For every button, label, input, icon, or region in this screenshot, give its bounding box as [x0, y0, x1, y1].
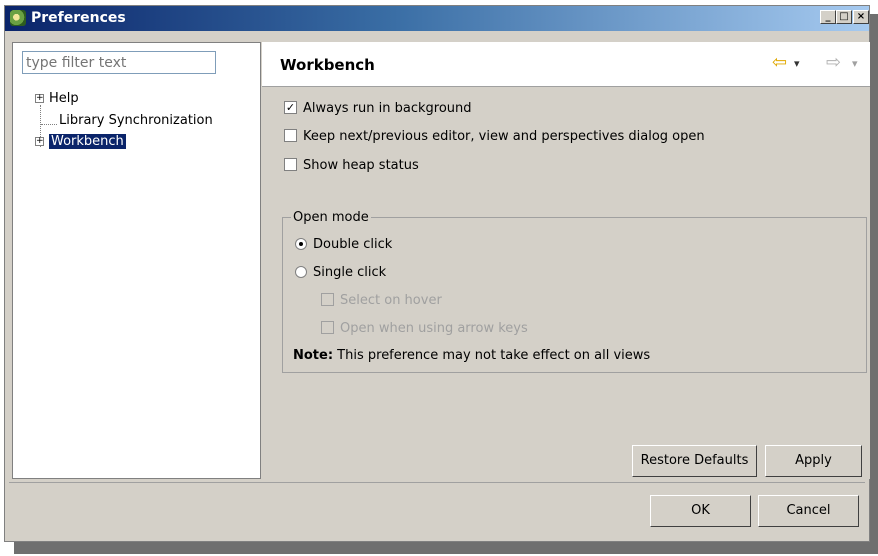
- preferences-dialog: Preferences _ □ × + Help Library Synchro…: [4, 5, 870, 542]
- preference-tree-pane: + Help Library Synchronization + Workben…: [12, 42, 261, 479]
- checkbox[interactable]: [284, 129, 297, 142]
- keep-dialog-open-option[interactable]: Keep next/previous editor, view and pers…: [284, 129, 705, 144]
- eclipse-icon: [10, 10, 26, 26]
- tree-item-workbench[interactable]: + Workbench: [35, 134, 126, 149]
- option-label: Double click: [313, 237, 393, 252]
- always-run-background-option[interactable]: ✓ Always run in background: [284, 101, 472, 116]
- tree-item-library-synchronization[interactable]: Library Synchronization: [59, 113, 213, 128]
- open-mode-group: Open mode Double click Single click Sele…: [282, 210, 867, 373]
- tree-item-label: Help: [49, 91, 79, 106]
- back-arrow-icon[interactable]: ⇦: [772, 52, 787, 73]
- tree-connector-line: [41, 124, 57, 126]
- option-label: Keep next/previous editor, view and pers…: [303, 129, 705, 144]
- checkbox[interactable]: [284, 158, 297, 171]
- show-heap-status-option[interactable]: Show heap status: [284, 158, 419, 173]
- forward-dropdown-icon[interactable]: ▾: [852, 57, 858, 70]
- open-mode-note: Note: This preference may not take effec…: [293, 348, 650, 363]
- option-label: Single click: [313, 265, 387, 280]
- tree-item-label: Library Synchronization: [59, 113, 213, 128]
- filter-input[interactable]: [22, 51, 216, 74]
- option-label: Show heap status: [303, 158, 419, 173]
- tree-item-label: Workbench: [49, 134, 126, 149]
- close-button[interactable]: ×: [853, 10, 869, 24]
- minimize-button[interactable]: _: [820, 10, 836, 24]
- group-label: Open mode: [291, 210, 371, 225]
- single-click-radio[interactable]: Single click: [295, 265, 386, 280]
- select-on-hover-option[interactable]: Select on hover: [321, 293, 442, 308]
- option-label: Open when using arrow keys: [340, 321, 528, 336]
- page-title: Workbench: [280, 56, 375, 74]
- open-arrow-keys-option[interactable]: Open when using arrow keys: [321, 321, 528, 336]
- restore-defaults-button[interactable]: Restore Defaults: [632, 445, 757, 477]
- footer-separator: [9, 482, 865, 483]
- expand-icon[interactable]: +: [35, 137, 44, 146]
- option-label: Always run in background: [303, 101, 472, 116]
- checkbox-checked[interactable]: ✓: [284, 101, 297, 114]
- expand-icon[interactable]: +: [35, 94, 44, 103]
- option-label: Select on hover: [340, 293, 442, 308]
- forward-arrow-icon[interactable]: ⇨: [826, 52, 841, 73]
- page-header: Workbench ⇦ ▾ ⇨ ▾: [262, 42, 870, 87]
- double-click-radio[interactable]: Double click: [295, 237, 392, 252]
- note-label: Note:: [293, 348, 334, 363]
- radio[interactable]: [295, 265, 307, 278]
- radio-selected[interactable]: [295, 237, 307, 250]
- maximize-button[interactable]: □: [836, 10, 852, 24]
- title-bar[interactable]: Preferences _ □ ×: [5, 6, 869, 31]
- preference-page: Workbench ⇦ ▾ ⇨ ▾ ✓ Always run in backgro…: [262, 42, 870, 479]
- note-text: This preference may not take effect on a…: [333, 348, 651, 363]
- cancel-button[interactable]: Cancel: [758, 495, 859, 527]
- ok-button[interactable]: OK: [650, 495, 751, 527]
- apply-button[interactable]: Apply: [765, 445, 862, 477]
- checkbox-disabled[interactable]: [321, 321, 334, 334]
- checkbox-disabled[interactable]: [321, 293, 334, 306]
- back-dropdown-icon[interactable]: ▾: [794, 57, 800, 70]
- tree-item-help[interactable]: + Help: [35, 91, 79, 106]
- window-title: Preferences: [31, 10, 126, 26]
